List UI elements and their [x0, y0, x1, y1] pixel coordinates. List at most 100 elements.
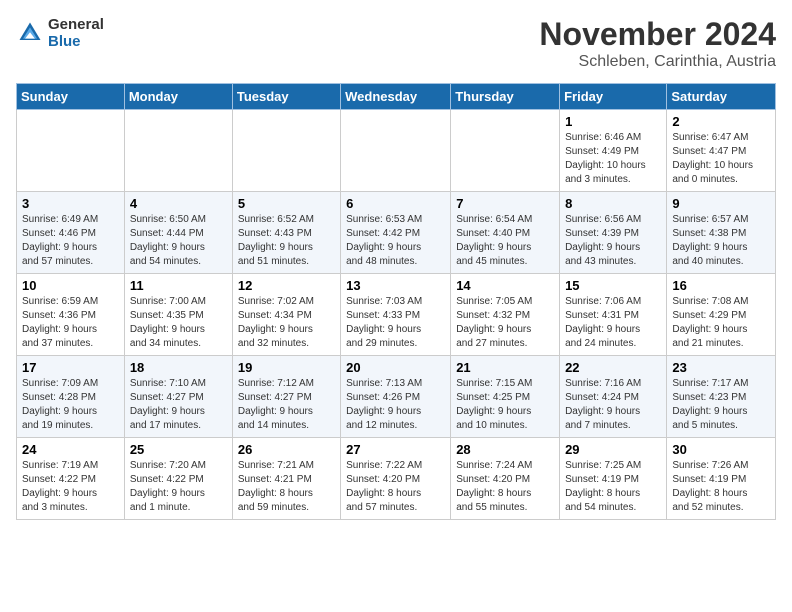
day-info: Sunrise: 6:52 AM Sunset: 4:43 PM Dayligh…	[238, 213, 335, 269]
calendar-cell: 11 Sunrise: 7:00 AM Sunset: 4:35 PM Dayli…	[124, 274, 232, 356]
day-number: 18	[130, 360, 227, 375]
calendar-cell: 26 Sunrise: 7:21 AM Sunset: 4:21 PM Dayli…	[232, 438, 340, 520]
day-number: 5	[238, 196, 335, 211]
calendar-cell: 20 Sunrise: 7:13 AM Sunset: 4:26 PM Dayli…	[341, 356, 451, 438]
calendar-cell: 1 Sunrise: 6:46 AM Sunset: 4:49 PM Daylig…	[560, 110, 667, 192]
day-number: 6	[346, 196, 445, 211]
day-number: 1	[565, 114, 661, 129]
calendar-cell: 17Sunrise: 7:09 AM Sunset: 4:28 PM Dayli…	[17, 356, 125, 438]
day-info: Sunrise: 7:21 AM Sunset: 4:21 PM Dayligh…	[238, 459, 335, 515]
calendar-cell: 9Sunrise: 6:57 AM Sunset: 4:38 PM Daylig…	[667, 192, 776, 274]
calendar-cell: 27 Sunrise: 7:22 AM Sunset: 4:20 PM Dayli…	[341, 438, 451, 520]
day-info: Sunrise: 7:22 AM Sunset: 4:20 PM Dayligh…	[346, 459, 445, 515]
calendar-cell: 24 Sunrise: 7:19 AM Sunset: 4:22 PM Dayli…	[17, 438, 125, 520]
day-info: Sunrise: 7:19 AM Sunset: 4:22 PM Dayligh…	[22, 459, 119, 515]
logo-icon	[16, 19, 44, 47]
calendar-cell: 29Sunrise: 7:25 AM Sunset: 4:19 PM Dayli…	[560, 438, 667, 520]
day-number: 25	[130, 442, 227, 457]
weekday-header-row: SundayMondayTuesdayWednesdayThursdayFrid…	[17, 84, 776, 110]
day-info: Sunrise: 7:17 AM Sunset: 4:23 PM Dayligh…	[672, 377, 770, 433]
day-number: 14	[456, 278, 554, 293]
weekday-header: Sunday	[17, 84, 125, 110]
day-number: 21	[456, 360, 554, 375]
calendar-cell: 15 Sunrise: 7:06 AM Sunset: 4:31 PM Dayli…	[560, 274, 667, 356]
day-info: Sunrise: 7:10 AM Sunset: 4:27 PM Dayligh…	[130, 377, 227, 433]
calendar-cell: 7Sunrise: 6:54 AM Sunset: 4:40 PM Daylig…	[451, 192, 560, 274]
calendar-cell: 2 Sunrise: 6:47 AM Sunset: 4:47 PM Daylig…	[667, 110, 776, 192]
calendar-cell: 19 Sunrise: 7:12 AM Sunset: 4:27 PM Dayli…	[232, 356, 340, 438]
logo: General Blue	[16, 16, 104, 50]
weekday-header: Thursday	[451, 84, 560, 110]
day-number: 7	[456, 196, 554, 211]
day-info: Sunrise: 7:16 AM Sunset: 4:24 PM Dayligh…	[565, 377, 661, 433]
weekday-header: Wednesday	[341, 84, 451, 110]
day-number: 13	[346, 278, 445, 293]
day-number: 8	[565, 196, 661, 211]
day-number: 20	[346, 360, 445, 375]
day-number: 16	[672, 278, 770, 293]
day-info: Sunrise: 6:49 AM Sunset: 4:46 PM Dayligh…	[22, 213, 119, 269]
day-info: Sunrise: 7:02 AM Sunset: 4:34 PM Dayligh…	[238, 295, 335, 351]
day-number: 4	[130, 196, 227, 211]
day-info: Sunrise: 6:50 AM Sunset: 4:44 PM Dayligh…	[130, 213, 227, 269]
calendar-week-row: 3 Sunrise: 6:49 AM Sunset: 4:46 PM Daylig…	[17, 192, 776, 274]
calendar-week-row: 10 Sunrise: 6:59 AM Sunset: 4:36 PM Dayli…	[17, 274, 776, 356]
day-number: 15	[565, 278, 661, 293]
day-number: 23	[672, 360, 770, 375]
title-block: November 2024 Schleben, Carinthia, Austr…	[539, 16, 776, 71]
calendar-cell	[124, 110, 232, 192]
page-header: General Blue November 2024 Schleben, Car…	[16, 16, 776, 71]
day-info: Sunrise: 6:46 AM Sunset: 4:49 PM Dayligh…	[565, 131, 661, 187]
calendar-cell: 22Sunrise: 7:16 AM Sunset: 4:24 PM Dayli…	[560, 356, 667, 438]
day-number: 12	[238, 278, 335, 293]
day-number: 10	[22, 278, 119, 293]
calendar-cell: 30Sunrise: 7:26 AM Sunset: 4:19 PM Dayli…	[667, 438, 776, 520]
day-info: Sunrise: 7:13 AM Sunset: 4:26 PM Dayligh…	[346, 377, 445, 433]
day-number: 3	[22, 196, 119, 211]
day-number: 24	[22, 442, 119, 457]
day-number: 27	[346, 442, 445, 457]
logo-general: General	[48, 16, 104, 33]
calendar-week-row: 24 Sunrise: 7:19 AM Sunset: 4:22 PM Dayli…	[17, 438, 776, 520]
day-info: Sunrise: 7:26 AM Sunset: 4:19 PM Dayligh…	[672, 459, 770, 515]
day-info: Sunrise: 7:03 AM Sunset: 4:33 PM Dayligh…	[346, 295, 445, 351]
day-info: Sunrise: 6:47 AM Sunset: 4:47 PM Dayligh…	[672, 131, 770, 187]
day-info: Sunrise: 6:56 AM Sunset: 4:39 PM Dayligh…	[565, 213, 661, 269]
weekday-header: Saturday	[667, 84, 776, 110]
day-number: 26	[238, 442, 335, 457]
day-number: 2	[672, 114, 770, 129]
calendar-cell: 8 Sunrise: 6:56 AM Sunset: 4:39 PM Daylig…	[560, 192, 667, 274]
day-info: Sunrise: 7:06 AM Sunset: 4:31 PM Dayligh…	[565, 295, 661, 351]
calendar-cell: 21Sunrise: 7:15 AM Sunset: 4:25 PM Dayli…	[451, 356, 560, 438]
day-number: 9	[672, 196, 770, 211]
location: Schleben, Carinthia, Austria	[539, 53, 776, 71]
calendar-cell	[17, 110, 125, 192]
calendar-cell: 18 Sunrise: 7:10 AM Sunset: 4:27 PM Dayli…	[124, 356, 232, 438]
day-number: 28	[456, 442, 554, 457]
day-info: Sunrise: 7:25 AM Sunset: 4:19 PM Dayligh…	[565, 459, 661, 515]
weekday-header: Tuesday	[232, 84, 340, 110]
calendar-cell: 6Sunrise: 6:53 AM Sunset: 4:42 PM Daylig…	[341, 192, 451, 274]
day-info: Sunrise: 7:12 AM Sunset: 4:27 PM Dayligh…	[238, 377, 335, 433]
weekday-header: Monday	[124, 84, 232, 110]
day-info: Sunrise: 7:05 AM Sunset: 4:32 PM Dayligh…	[456, 295, 554, 351]
calendar-cell: 3 Sunrise: 6:49 AM Sunset: 4:46 PM Daylig…	[17, 192, 125, 274]
day-number: 19	[238, 360, 335, 375]
calendar-week-row: 17Sunrise: 7:09 AM Sunset: 4:28 PM Dayli…	[17, 356, 776, 438]
calendar-cell: 28 Sunrise: 7:24 AM Sunset: 4:20 PM Dayli…	[451, 438, 560, 520]
day-number: 11	[130, 278, 227, 293]
calendar-week-row: 1 Sunrise: 6:46 AM Sunset: 4:49 PM Daylig…	[17, 110, 776, 192]
calendar-cell	[232, 110, 340, 192]
day-info: Sunrise: 7:00 AM Sunset: 4:35 PM Dayligh…	[130, 295, 227, 351]
logo-text: General Blue	[48, 16, 104, 50]
weekday-header: Friday	[560, 84, 667, 110]
day-info: Sunrise: 6:59 AM Sunset: 4:36 PM Dayligh…	[22, 295, 119, 351]
calendar-cell: 13 Sunrise: 7:03 AM Sunset: 4:33 PM Dayli…	[341, 274, 451, 356]
calendar-cell	[341, 110, 451, 192]
calendar-cell: 16 Sunrise: 7:08 AM Sunset: 4:29 PM Dayli…	[667, 274, 776, 356]
calendar-cell: 25Sunrise: 7:20 AM Sunset: 4:22 PM Dayli…	[124, 438, 232, 520]
day-info: Sunrise: 7:24 AM Sunset: 4:20 PM Dayligh…	[456, 459, 554, 515]
day-info: Sunrise: 7:09 AM Sunset: 4:28 PM Dayligh…	[22, 377, 119, 433]
calendar-cell: 12 Sunrise: 7:02 AM Sunset: 4:34 PM Dayli…	[232, 274, 340, 356]
day-info: Sunrise: 7:08 AM Sunset: 4:29 PM Dayligh…	[672, 295, 770, 351]
